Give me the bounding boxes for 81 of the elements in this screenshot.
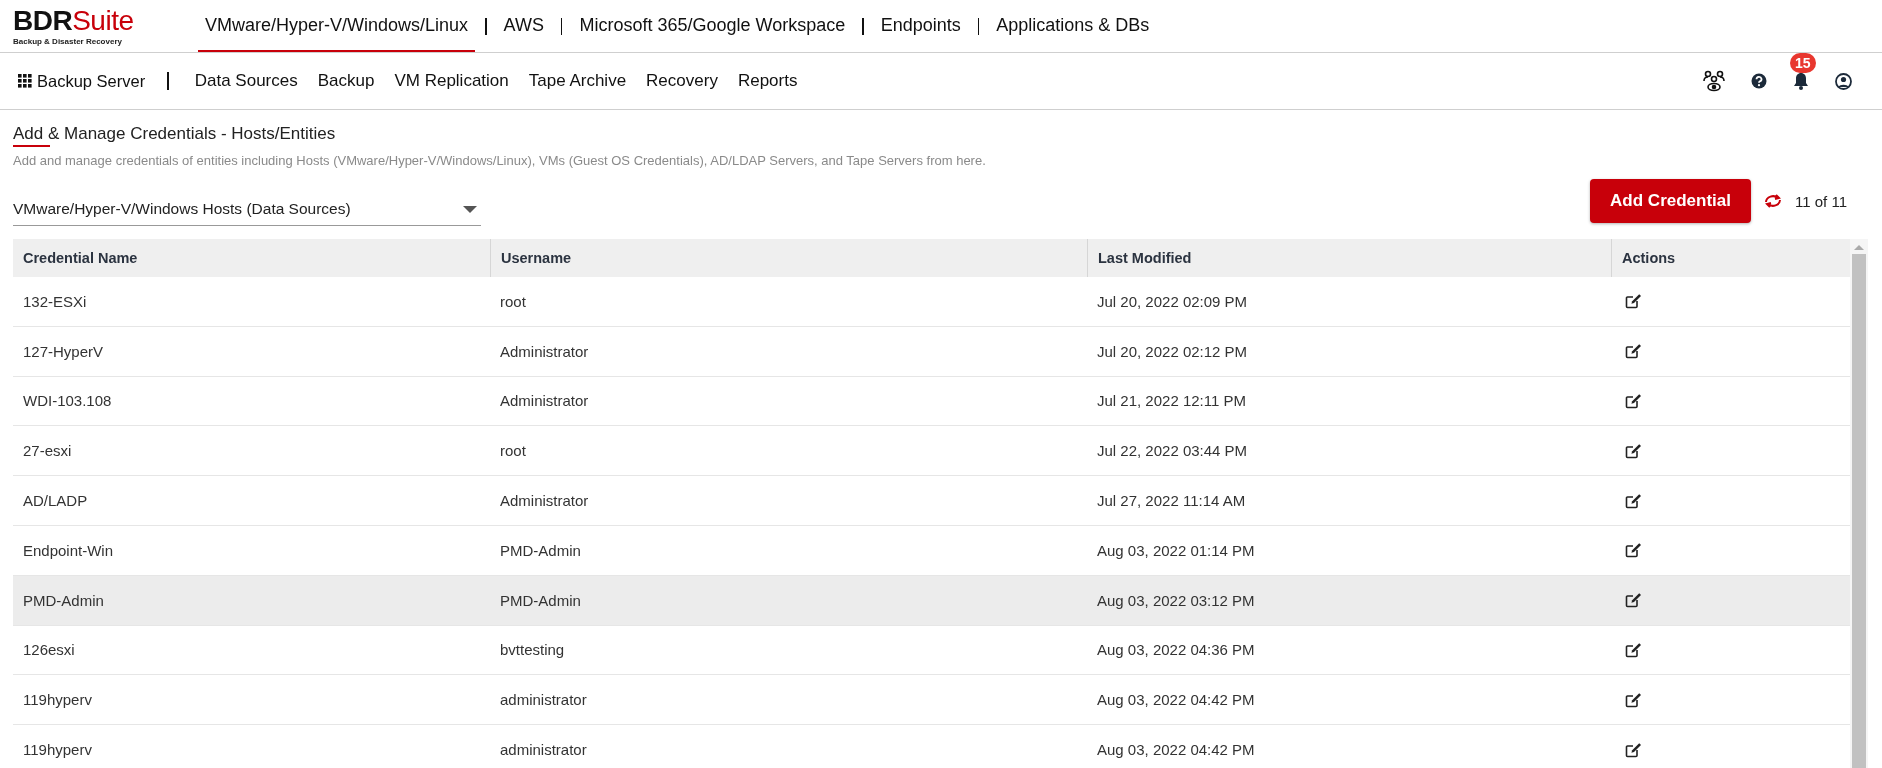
table-cell: Jul 22, 2022 03:44 PM — [1097, 442, 1248, 460]
table-cell: Administrator — [500, 492, 589, 510]
edit-icon[interactable] — [1625, 542, 1642, 559]
refresh-icon[interactable] — [1763, 193, 1783, 209]
source-type-dropdown[interactable]: VMware/Hyper-V/Windows Hosts (Data Sources) — [13, 196, 481, 226]
user-avatar-icon[interactable] — [1835, 72, 1852, 90]
table-cell: administrator — [500, 741, 587, 759]
server-menu[interactable]: Backup Server — [18, 71, 146, 91]
table-row[interactable]: PMD-Admin PMD-Admin Aug 03, 2022 03:12 PM — [13, 575, 1850, 626]
table-cell: Aug 03, 2022 04:42 PM — [1097, 691, 1255, 709]
table-cell: 126esxi — [23, 641, 75, 659]
table-cell: PMD-Admin — [500, 591, 581, 609]
table-cell: Aug 03, 2022 03:12 PM — [1097, 591, 1255, 609]
table-cell: 132-ESXi — [23, 292, 87, 310]
nav-link[interactable]: Data Sources — [194, 71, 298, 91]
column-header[interactable]: Last Modified — [1087, 239, 1611, 277]
help-icon[interactable] — [1751, 73, 1767, 89]
column-header[interactable]: Credential Name — [13, 239, 490, 277]
table-cell: 27-esxi — [23, 442, 72, 460]
scrollbar[interactable] — [1850, 239, 1868, 768]
table-row[interactable]: 27-esxi root Jul 22, 2022 03:44 PM — [13, 426, 1850, 477]
table-cell: Jul 20, 2022 02:12 PM — [1097, 342, 1248, 360]
edit-icon[interactable] — [1625, 741, 1642, 758]
table-cell: Administrator — [500, 392, 589, 410]
table-cell: Aug 03, 2022 04:36 PM — [1097, 641, 1255, 659]
page-description: Add and manage credentials of entities including Hosts (VMware/Hyper-V/Windows/Linux), VMs (Guest OS Credentials), AD/LDAP Servers, and Tape Servers from here. — [13, 153, 987, 168]
notification-badge: 15 — [1790, 53, 1816, 73]
nav-link[interactable]: Reports — [737, 71, 798, 91]
people-group-icon[interactable] — [1703, 70, 1725, 92]
category-tab[interactable]: Endpoints — [873, 0, 968, 52]
table-cell: PMD-Admin — [23, 591, 104, 609]
table-cell: PMD-Admin — [500, 541, 581, 559]
table-cell: Jul 27, 2022 11:14 AM — [1097, 492, 1246, 510]
nav-link[interactable]: Recovery — [646, 71, 718, 91]
record-count: 11 of 11 — [1795, 192, 1847, 210]
table-cell: root — [500, 292, 526, 310]
table-row[interactable]: 119hyperv administrator Aug 03, 2022 04:42 PM — [13, 675, 1850, 726]
category-tab[interactable]: AWS — [496, 0, 551, 52]
table-cell: Jul 20, 2022 02:09 PM — [1097, 292, 1248, 310]
table-cell: administrator — [500, 691, 587, 709]
brand-logo: BDRSuite — [13, 6, 135, 35]
edit-icon[interactable] — [1625, 592, 1642, 609]
dropdown-caret-icon — [463, 205, 477, 213]
table-cell: 127-HyperV — [23, 342, 104, 360]
table-cell: root — [500, 442, 526, 460]
table-row[interactable]: WDI-103.108 Administrator Jul 21, 2022 12:11 PM — [13, 376, 1850, 427]
table-cell: 119hyperv — [23, 691, 92, 709]
table-row[interactable]: 127-HyperV Administrator Jul 20, 2022 02:12 PM — [13, 326, 1850, 377]
table-cell: Endpoint-Win — [23, 541, 114, 559]
nav-link[interactable]: Backup — [317, 71, 375, 91]
table-cell: Aug 03, 2022 04:42 PM — [1097, 741, 1255, 759]
table-row[interactable]: Endpoint-Win PMD-Admin Aug 03, 2022 01:14 PM — [13, 526, 1850, 576]
table-row[interactable]: 126esxi bvttesting Aug 03, 2022 04:36 PM — [13, 625, 1850, 676]
category-tab[interactable]: Applications & DBs — [989, 0, 1157, 52]
edit-icon[interactable] — [1625, 343, 1642, 360]
category-tab[interactable]: VMware/Hyper-V/Windows/Linux — [198, 0, 476, 52]
table-cell: Aug 03, 2022 01:14 PM — [1097, 541, 1255, 559]
grid-icon — [18, 74, 32, 88]
nav-link[interactable]: VM Replication — [394, 71, 509, 91]
add-credential-button[interactable]: Add Credential — [1590, 179, 1751, 223]
nav-link[interactable]: Tape Archive — [528, 71, 627, 91]
page-title: Add & Manage Credentials - Hosts/Entities — [13, 124, 336, 147]
table-cell: Administrator — [500, 342, 589, 360]
table-cell: 119hyperv — [23, 741, 92, 759]
edit-icon[interactable] — [1625, 293, 1642, 310]
category-tab[interactable]: Microsoft 365/Google Workspace — [572, 0, 853, 52]
edit-icon[interactable] — [1625, 492, 1642, 509]
table-cell: AD/LADP — [23, 492, 88, 510]
table-cell: Jul 21, 2022 12:11 PM — [1097, 392, 1246, 410]
edit-icon[interactable] — [1625, 641, 1642, 658]
column-header[interactable]: Username — [490, 239, 1087, 277]
table-cell: bvttesting — [500, 641, 565, 659]
edit-icon[interactable] — [1625, 393, 1642, 409]
table-row[interactable]: AD/LADP Administrator Jul 27, 2022 11:14 AM — [13, 476, 1850, 526]
bell-icon[interactable] — [1793, 72, 1809, 90]
table-row[interactable]: 132-ESXi root Jul 20, 2022 02:09 PM — [13, 277, 1850, 327]
edit-icon[interactable] — [1625, 691, 1642, 708]
table-cell: WDI-103.108 — [23, 392, 112, 410]
logo-tagline: Backup & Disaster Recovery — [13, 36, 123, 46]
scrollbar-thumb[interactable] — [1852, 254, 1866, 768]
edit-icon[interactable] — [1625, 442, 1642, 459]
